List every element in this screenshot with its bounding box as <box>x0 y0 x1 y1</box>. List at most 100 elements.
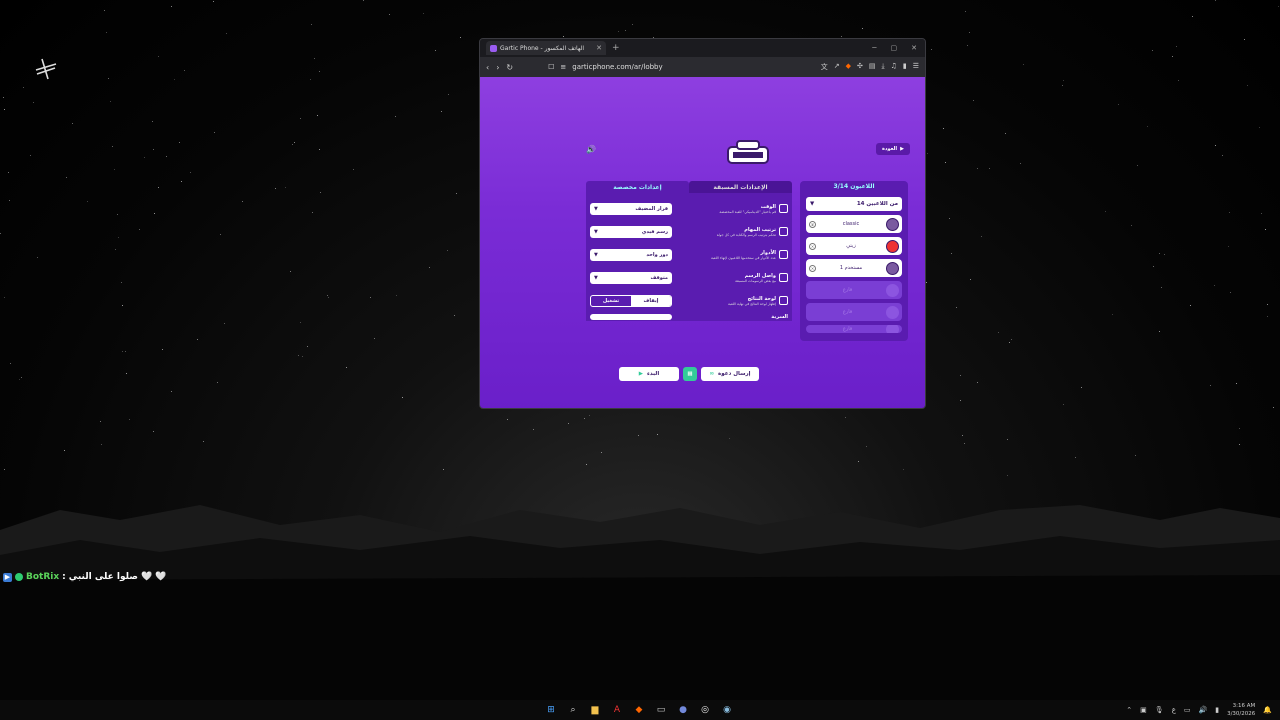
star <box>0 233 1 234</box>
tab-custom-settings[interactable]: إعدادات مخصصة <box>586 181 689 193</box>
star <box>101 444 102 445</box>
share-icon[interactable]: ↗ <box>834 62 840 72</box>
brave-shield-icon[interactable]: ◆ <box>846 62 851 72</box>
star <box>435 50 436 51</box>
star <box>977 382 978 383</box>
star <box>153 431 154 432</box>
player-name: classic <box>842 221 860 227</box>
bookmark-icon[interactable]: ☐ <box>548 63 554 71</box>
star <box>217 382 218 383</box>
chrome-icon[interactable]: ◎ <box>698 703 712 717</box>
star <box>30 155 31 156</box>
start-button[interactable]: ▶ البدء <box>619 367 679 381</box>
address-bar[interactable]: ☐ ≡ garticphone.com/ar/lobby <box>548 63 788 71</box>
search-icon[interactable]: ⌕ <box>566 703 580 717</box>
sidebar-icon[interactable]: ▮ <box>903 62 907 72</box>
discord-icon[interactable]: ● <box>676 703 690 717</box>
network-icon[interactable]: ▭ <box>1184 706 1191 714</box>
order-select[interactable]: ▼ رسم فيدي <box>590 225 672 238</box>
minimize-icon[interactable]: ─ <box>872 44 876 52</box>
close-window-icon[interactable]: ✕ <box>911 44 917 52</box>
new-tab-icon[interactable]: + <box>612 43 620 53</box>
chevron-up-icon[interactable]: ⌃ <box>1126 706 1132 714</box>
brave-browser-icon[interactable]: ◆ <box>632 703 646 717</box>
star <box>213 1 214 2</box>
gartic-phone-logo <box>727 140 769 164</box>
star <box>1105 211 1106 212</box>
star <box>866 446 867 447</box>
acrobat-icon[interactable]: A <box>610 703 624 717</box>
turns-select[interactable]: ▼ دور واحد <box>590 248 672 261</box>
start-windows-icon[interactable]: ⊞ <box>544 703 558 717</box>
time-select[interactable]: ▼ قرار المضيف <box>590 202 672 215</box>
empty-slot: فارغ <box>806 303 902 321</box>
tray-app-icon[interactable]: ▣ <box>1140 706 1147 714</box>
extensions-icon[interactable]: ✣ <box>857 62 863 72</box>
language-icon[interactable]: ع <box>1172 706 1176 714</box>
game-page: العودة ▶ 🔊 اللاعبون 3/14 ▼ 14 من اللاعبي… <box>480 77 925 408</box>
kick-icon[interactable]: ✕ <box>809 264 816 272</box>
sound-icon[interactable]: 🔊 <box>586 145 596 154</box>
max-players-select[interactable]: ▼ 14 من اللاعبين <box>806 197 902 211</box>
player-row[interactable]: ✕ زيتي <box>806 237 902 255</box>
player-row[interactable]: ♛ classic <box>806 215 902 233</box>
battery-icon[interactable]: ▮ <box>1215 706 1219 714</box>
star <box>1261 213 1262 214</box>
star <box>158 56 159 57</box>
star <box>9 200 10 201</box>
star <box>374 338 375 339</box>
star <box>1267 316 1268 317</box>
empty-label: فارغ <box>842 326 853 332</box>
browser-tab[interactable]: Gartic Phone - الهاتف المكسور ✕ <box>486 41 606 55</box>
star <box>1063 404 1064 405</box>
music-icon[interactable]: ♫ <box>891 62 897 72</box>
play-arrow-icon: ▶ <box>900 146 904 152</box>
star <box>589 415 590 416</box>
continue-select[interactable]: ▼ متوقف <box>590 271 672 284</box>
microphone-icon[interactable]: 🎙 <box>1155 706 1164 714</box>
invite-button[interactable]: ∞ إرسال دعوة <box>701 367 759 381</box>
translate-icon[interactable]: 文 <box>821 62 828 72</box>
reload-icon[interactable]: ↻ <box>506 63 513 72</box>
star <box>174 79 175 80</box>
star <box>964 443 965 444</box>
file-explorer-icon[interactable]: ▆ <box>588 703 602 717</box>
toggle-off-option[interactable]: إيقاف <box>631 295 671 306</box>
scoreboard-toggle[interactable]: تشغيل إيقاف <box>590 294 672 307</box>
menu-icon[interactable]: ☰ <box>913 62 919 72</box>
verified-badge-icon <box>15 573 23 581</box>
star <box>1192 16 1193 17</box>
star <box>184 70 185 71</box>
clock[interactable]: 3:16 AM 3/30/2026 <box>1227 702 1255 718</box>
maximize-icon[interactable]: ▢ <box>891 44 898 52</box>
setting-row-scoreboard: تشغيل إيقاف لوحة النتائج إظهار لوحة النت… <box>590 289 788 312</box>
back-button[interactable]: العودة ▶ <box>876 143 910 155</box>
notification-bell-icon[interactable]: 🔔 <box>1263 706 1272 714</box>
forward-arrow-icon[interactable]: › <box>496 63 499 72</box>
star <box>115 249 116 250</box>
toggle-on-option[interactable]: تشغيل <box>591 296 631 306</box>
site-info-icon[interactable]: ≡ <box>560 63 566 71</box>
star <box>1278 6 1279 7</box>
qr-button[interactable]: ▦ <box>683 367 697 381</box>
star <box>1131 225 1132 226</box>
volume-icon[interactable]: 🔊 <box>1199 706 1208 714</box>
secret-select[interactable] <box>590 314 672 320</box>
kick-icon[interactable]: ✕ <box>809 242 816 250</box>
setting-description: واصل الرسم مع بعض الرسومات المسبقة <box>688 272 788 283</box>
setting-row-order: ▼ رسم فيدي ترتيب المهام تحكم بترتيب الرس… <box>590 220 788 243</box>
tab-presets[interactable]: الإعدادات المسبقة <box>689 181 792 193</box>
star <box>319 149 320 150</box>
star <box>965 11 966 12</box>
tab-close-icon[interactable]: ✕ <box>596 44 602 52</box>
star <box>1161 287 1162 288</box>
steam-icon[interactable]: ◉ <box>720 703 734 717</box>
setting-subtitle: مع بعض الرسومات المسبقة <box>735 278 776 283</box>
reader-icon[interactable]: ▤ <box>869 62 876 72</box>
download-icon[interactable]: ⤓ <box>881 62 884 72</box>
star <box>3 97 4 98</box>
terminal-icon[interactable]: ▭ <box>654 703 668 717</box>
back-arrow-icon[interactable]: ‹ <box>486 63 489 72</box>
setting-row-continue: ▼ متوقف واصل الرسم مع بعض الرسومات المسب… <box>590 266 788 289</box>
player-row[interactable]: ✕ مستخدم 1 <box>806 259 902 277</box>
